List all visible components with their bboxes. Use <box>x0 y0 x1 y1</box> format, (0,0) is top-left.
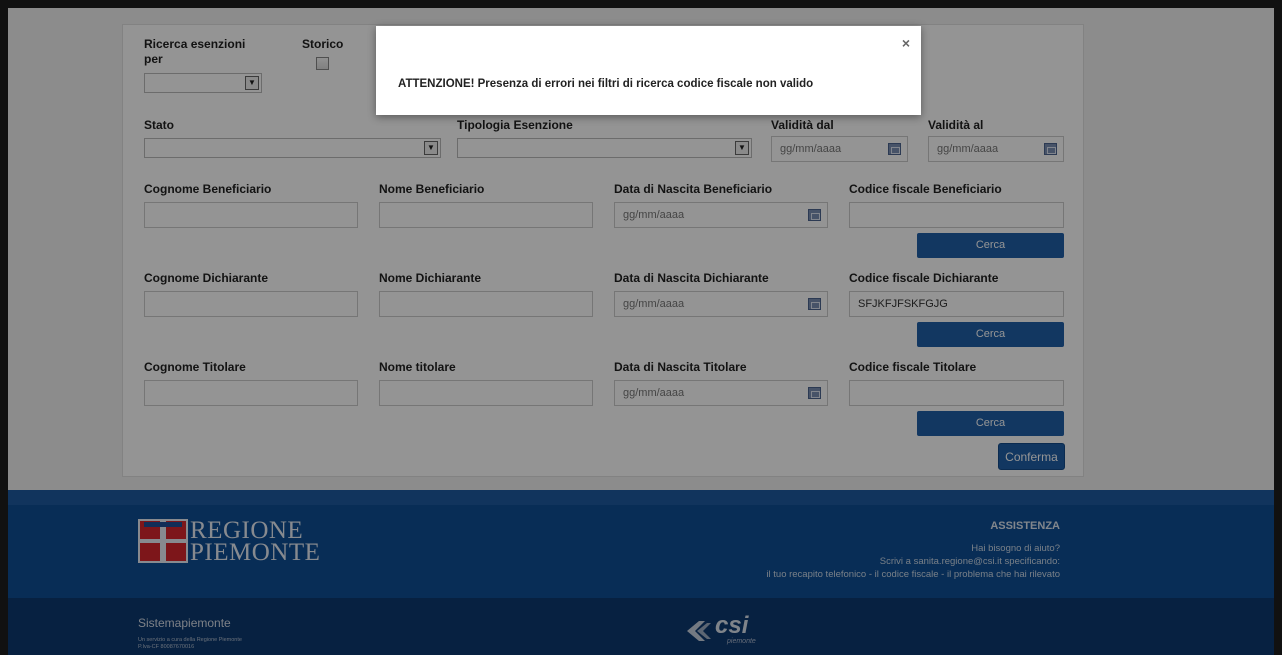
browser-viewport: Ricerca esenzioni per Storico ▼ Stato ▼ … <box>0 0 1282 655</box>
close-icon[interactable]: × <box>902 35 910 51</box>
error-modal: × ATTENZIONE! Presenza di errori nei fil… <box>376 26 921 115</box>
error-message: ATTENZIONE! Presenza di errori nei filtr… <box>398 78 814 90</box>
